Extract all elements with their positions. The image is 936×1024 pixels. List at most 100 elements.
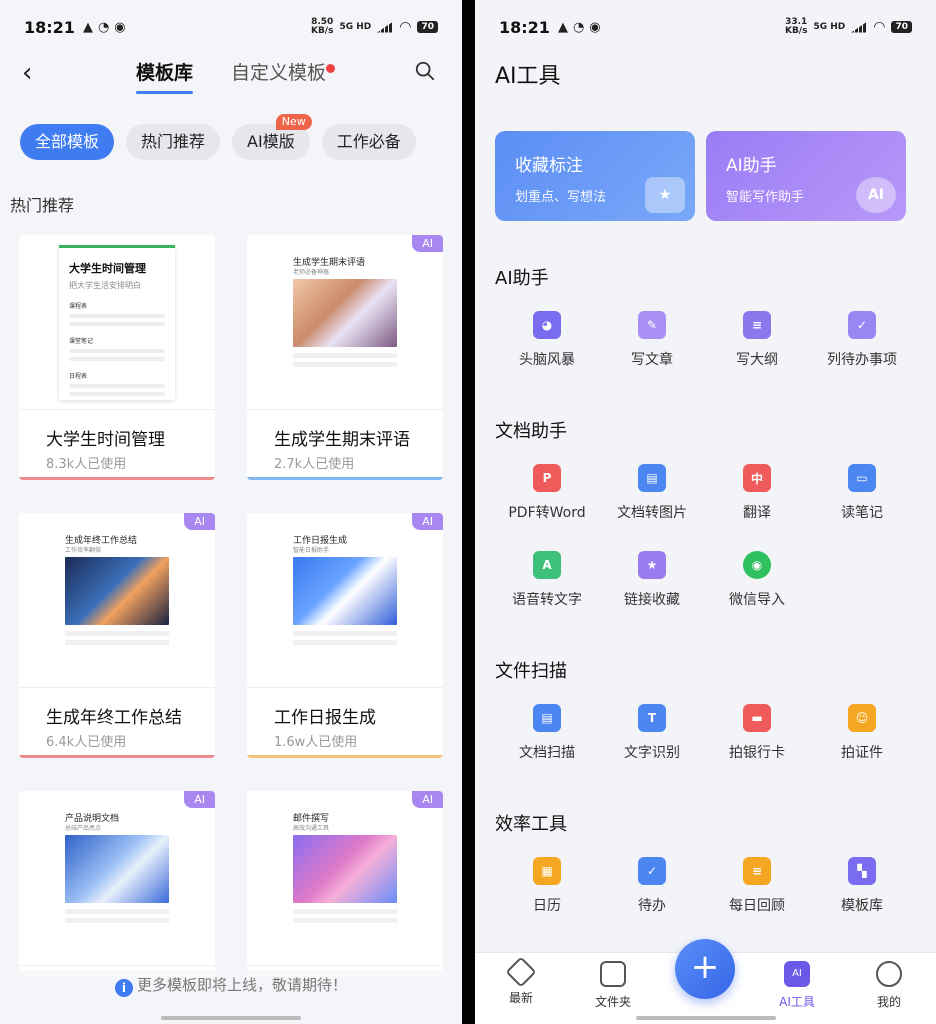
card-preview: AI 工作日报生成 智能日报助手: [247, 513, 443, 688]
tool-write-outline[interactable]: ≡ 写大纲: [702, 311, 812, 369]
todo-calendar-icon: ✓: [848, 311, 876, 339]
card-preview: AI 生成学生期末评语 老师必备神器: [247, 235, 443, 410]
status-time: 18:21: [24, 17, 75, 37]
search-icon[interactable]: [414, 60, 436, 82]
tag-icon: [505, 956, 537, 988]
pdf-icon: P: [533, 464, 561, 492]
folder-icon: [600, 961, 626, 987]
tool-voice-to-text[interactable]: A 语音转文字: [492, 551, 602, 609]
back-icon[interactable]: ‹: [22, 58, 32, 88]
tab-folder[interactable]: 文件夹: [573, 961, 653, 1010]
office-image: [65, 557, 169, 625]
new-badge: New: [275, 114, 312, 130]
favorite-annotate-card[interactable]: 收藏标注 划重点、写想法 ★: [495, 131, 695, 221]
scan-doc-icon: ▤: [533, 704, 561, 732]
group-title-ai-assistant: AI助手: [495, 268, 549, 289]
tool-daily-review[interactable]: ≡ 每日回顾: [702, 857, 812, 915]
clock-icon: ◔: [572, 19, 585, 35]
brain-icon: ◕: [533, 311, 561, 339]
tool-id-card[interactable]: ☺ 拍证件: [807, 704, 917, 762]
outline-icon: ≡: [743, 311, 771, 339]
chip-hot[interactable]: 热门推荐: [126, 124, 221, 160]
more-templates-note: i 更多模板即将上线，敬请期待！: [0, 970, 462, 1019]
tool-write-article[interactable]: ✎ 写文章: [597, 311, 707, 369]
chip-ai-templates[interactable]: AI模版 New: [232, 114, 312, 160]
tab-mine[interactable]: 我的: [849, 961, 929, 1010]
tool-read-notes[interactable]: ▭ 读笔记: [807, 464, 917, 522]
template-icon: ▚: [848, 857, 876, 885]
tool-pdf-to-word[interactable]: P PDF转Word: [492, 464, 602, 522]
template-card[interactable]: AI 生成学生期末评语 老师必备神器 生成学生期末评语 2.7k人已使用: [247, 235, 443, 480]
wechat-icon: ◉: [589, 19, 601, 35]
add-button[interactable]: +: [675, 939, 735, 999]
smile-icon: [876, 961, 902, 987]
tool-template-library[interactable]: ▚ 模板库: [807, 857, 917, 915]
tool-todo[interactable]: ✓ 待办: [597, 857, 707, 915]
battery-icon: 70: [891, 21, 912, 33]
ai-badge: AI: [184, 791, 215, 808]
bank-card-icon: ▬: [743, 704, 771, 732]
ocr-icon: T: [638, 704, 666, 732]
tool-doc-to-image[interactable]: ▤ 文档转图片: [597, 464, 707, 522]
net-type: 5G HD: [813, 21, 846, 32]
tool-wechat-import[interactable]: ◉ 微信导入: [702, 551, 812, 609]
home-indicator: [635, 1016, 776, 1020]
tool-link-favorite[interactable]: ★ 链接收藏: [597, 551, 707, 609]
chip-work-essentials[interactable]: 工作必备: [321, 124, 416, 160]
id-card-icon: ☺: [848, 704, 876, 732]
ai-badge: AI: [412, 791, 443, 808]
tool-brainstorm[interactable]: ◕ 头脑风暴: [492, 311, 602, 369]
qq-icon: ▲: [557, 19, 568, 35]
tool-bank-card[interactable]: ▬ 拍银行卡: [702, 704, 812, 762]
doc-image-icon: ▤: [638, 464, 666, 492]
status-bar: 18:21 ▲ ◔ ◉ 8.50 KB/s 5G HD ◠ 70: [0, 0, 462, 54]
home-indicator: [161, 1016, 301, 1020]
template-card[interactable]: 大学生时间管理 把大学生活安排明白 课程表 课堂笔记 日程表 大学生时间管理 8…: [19, 235, 215, 480]
ai-assistant-card[interactable]: AI助手 智能写作助手 AI: [706, 131, 906, 221]
ai-icon: AI: [784, 961, 810, 987]
product-image: [65, 835, 169, 903]
chip-all-templates[interactable]: 全部模板: [20, 124, 115, 160]
ai-tools-screen: 18:21 ▲ ◔ ◉ 33.1 KB/s 5G HD ◠ 70 AI工具 收藏标注 …: [475, 0, 936, 1024]
tab-ai-tools[interactable]: AI AI工具: [757, 961, 837, 1010]
ai-badge: AI: [184, 513, 215, 530]
template-card[interactable]: AI 生成年终工作总结 工作效率翻倍 生成年终工作总结 6.4k人已使用: [19, 513, 215, 758]
card-preview: AI 邮件撰写 高效沟通工具: [247, 791, 443, 966]
tool-todo-list[interactable]: ✓ 列待办事项: [807, 311, 917, 369]
tool-doc-scan[interactable]: ▤ 文档扫描: [492, 704, 602, 762]
card-preview: AI 生成年终工作总结 工作效率翻倍: [19, 513, 215, 688]
template-card[interactable]: AI 工作日报生成 智能日报助手 工作日报生成 1.6w人已使用: [247, 513, 443, 758]
card-title: 大学生时间管理: [46, 430, 165, 450]
net-speed: 33.1 KB/s: [784, 17, 808, 36]
card-title: 生成学生期末评语: [274, 430, 410, 450]
star-icon: ★: [638, 551, 666, 579]
battery-icon: 70: [417, 21, 438, 33]
star-icon: ★: [645, 177, 685, 213]
net-type: 5G HD: [339, 21, 372, 32]
wechat-icon: ◉: [114, 19, 126, 35]
ai-badge: AI: [412, 513, 443, 530]
page-title: AI工具: [495, 64, 561, 89]
tab-latest[interactable]: 最新: [481, 956, 561, 1006]
pen-icon: ✎: [638, 311, 666, 339]
clock-icon: ◔: [97, 19, 110, 35]
template-card[interactable]: AI 产品说明文档 总结产品亮点: [19, 791, 215, 991]
voice-text-icon: A: [533, 551, 561, 579]
template-card[interactable]: AI 邮件撰写 高效沟通工具: [247, 791, 443, 991]
review-icon: ≡: [743, 857, 771, 885]
ai-badge: AI: [412, 235, 443, 252]
tab-template-library[interactable]: 模板库: [136, 58, 194, 94]
qq-icon: ▲: [82, 19, 93, 35]
notebook-image: [293, 279, 397, 347]
tool-ocr[interactable]: T 文字识别: [597, 704, 707, 762]
tool-calendar[interactable]: ▦ 日历: [492, 857, 602, 915]
wechat-icon: ◉: [743, 551, 771, 579]
notification-dot: [326, 64, 335, 73]
tab-custom-template[interactable]: 自定义模板: [231, 58, 326, 88]
tool-translate[interactable]: 中翻译: [702, 464, 812, 522]
signal-icon: [377, 21, 394, 33]
read-notes-icon: ▭: [848, 464, 876, 492]
group-title-file-scan: 文件扫描: [495, 661, 567, 682]
checkbox-icon: ✓: [638, 857, 666, 885]
calendar-icon: ▦: [533, 857, 561, 885]
